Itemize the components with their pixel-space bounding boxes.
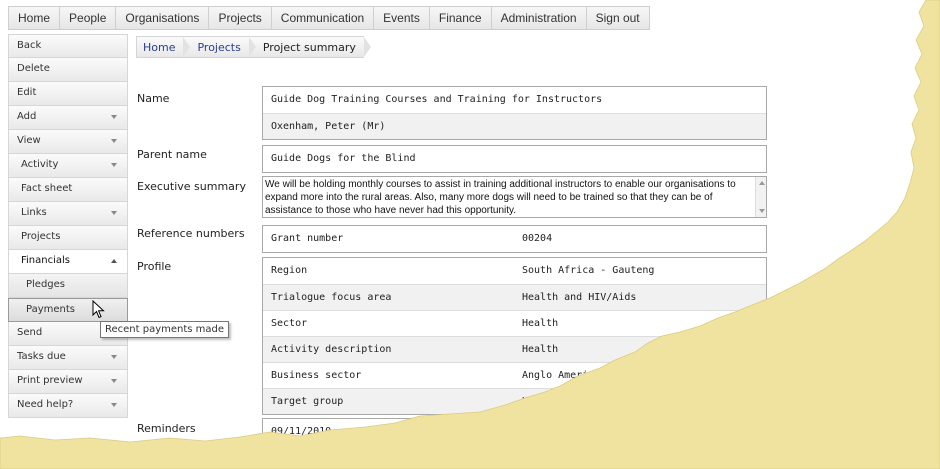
profile-row-activity: Activity description Health	[263, 336, 766, 362]
menu-label: Need help?	[17, 399, 74, 410]
chevron-down-icon	[111, 211, 117, 215]
top-navigation: Home People Organisations Projects Commu…	[8, 6, 650, 30]
breadcrumb-home[interactable]: Home	[136, 36, 192, 58]
profile-key: Target group	[271, 396, 344, 407]
menu-label: Edit	[17, 87, 37, 98]
reference-numbers-box: Grant number 00204	[262, 225, 767, 253]
chevron-down-icon	[111, 139, 117, 143]
parent-name-label: Parent name	[137, 148, 207, 161]
parent-name-value[interactable]: Guide Dogs for the Blind	[263, 146, 766, 172]
reference-numbers-label: Reference numbers	[137, 227, 245, 240]
menu-add[interactable]: Add	[8, 106, 128, 130]
profile-row-target-group: Target group Urban	[263, 388, 766, 414]
chevron-down-icon	[111, 403, 117, 407]
chevron-up-icon	[111, 259, 117, 263]
menu-print-preview[interactable]: Print preview	[8, 370, 128, 394]
chevron-down-icon	[111, 379, 117, 383]
nav-tab-home[interactable]: Home	[8, 6, 61, 30]
chevron-down-icon	[111, 163, 117, 167]
executive-summary-text: We will be holding monthly courses to as…	[265, 179, 736, 216]
nav-tab-organisations[interactable]: Organisations	[116, 6, 210, 30]
reference-key: Grant number	[271, 233, 344, 244]
menu-label: Financials	[21, 255, 70, 266]
breadcrumb-projects[interactable]: Projects	[183, 36, 257, 58]
chevron-down-icon	[111, 355, 117, 359]
breadcrumb-project-summary: Project summary	[248, 36, 371, 58]
name-box: Guide Dog Training Courses and Training …	[262, 86, 767, 140]
nav-tab-sign-out[interactable]: Sign out	[586, 6, 650, 30]
menu-need-help[interactable]: Need help?	[8, 394, 128, 418]
profile-key: Trialogue focus area	[271, 292, 392, 303]
menu-back[interactable]: Back	[8, 34, 128, 58]
menu-delete[interactable]: Delete	[8, 58, 128, 82]
profile-value: Anglo American	[522, 370, 607, 381]
menu-label: Add	[17, 111, 37, 122]
reminder-item[interactable]: 09/11/2010	[263, 419, 766, 445]
menu-label: Activity	[21, 159, 59, 170]
reminders-label: Reminders	[137, 422, 196, 435]
reference-value: 00204	[522, 233, 553, 244]
profile-value: Health	[522, 318, 559, 329]
scroll-up-icon[interactable]	[759, 181, 765, 185]
menu-label: Projects	[21, 231, 61, 242]
menu-financials[interactable]: Financials	[8, 250, 128, 274]
scroll-down-icon[interactable]	[759, 209, 765, 213]
nav-tab-finance[interactable]: Finance	[429, 6, 492, 30]
menu-label: Delete	[17, 63, 50, 74]
profile-value: Health	[522, 344, 559, 355]
profile-row-region: Region South Africa - Gauteng	[263, 258, 766, 284]
menu-label: Tasks due	[17, 351, 66, 362]
menu-view[interactable]: View	[8, 130, 128, 154]
profile-box: Region South Africa - Gauteng Trialogue …	[262, 257, 767, 415]
parent-name-box: Guide Dogs for the Blind	[262, 145, 767, 173]
summary-scrollbar[interactable]	[755, 177, 766, 217]
reminder-item[interactable]: 10/11/2010	[263, 445, 766, 469]
profile-value: Health and HIV/Aids	[522, 292, 637, 303]
profile-value: South Africa - Gauteng	[522, 265, 655, 276]
project-title: Guide Dog Training Courses and Training …	[271, 94, 603, 105]
profile-value: Urban	[522, 396, 553, 407]
profile-row-focus-area: Trialogue focus area Health and HIV/Aids	[263, 284, 766, 310]
mouse-pointer-icon	[92, 300, 105, 319]
menu-label: Fact sheet	[21, 183, 73, 194]
nav-tab-projects[interactable]: Projects	[209, 6, 272, 30]
menu-edit[interactable]: Edit	[8, 82, 128, 106]
executive-summary-box[interactable]: We will be holding monthly courses to as…	[262, 176, 767, 218]
nav-tab-people[interactable]: People	[60, 6, 117, 30]
profile-key: Region	[271, 265, 308, 276]
menu-links[interactable]: Links	[8, 202, 128, 226]
menu-label: Back	[17, 40, 42, 51]
menu-label: Send	[17, 327, 43, 338]
chevron-down-icon	[111, 115, 117, 119]
profile-key: Sector	[271, 318, 308, 329]
profile-row-sector: Sector Health	[263, 310, 766, 336]
reminders-box: 09/11/2010 10/11/2010	[262, 418, 767, 469]
nav-tab-events[interactable]: Events	[374, 6, 430, 30]
menu-fact-sheet[interactable]: Fact sheet	[8, 178, 128, 202]
menu-tasks-due[interactable]: Tasks due	[8, 346, 128, 370]
menu-label: Pledges	[26, 279, 66, 290]
breadcrumb: Home Projects Project summary	[136, 36, 371, 58]
nav-tab-communication[interactable]: Communication	[271, 6, 375, 30]
menu-label: Links	[21, 207, 47, 218]
menu-projects[interactable]: Projects	[8, 226, 128, 250]
profile-row-business-sector: Business sector Anglo American	[263, 362, 766, 388]
menu-label: Payments	[26, 304, 75, 315]
menu-activity[interactable]: Activity	[8, 154, 128, 178]
payments-tooltip: Recent payments made	[100, 321, 230, 338]
side-menu: Back Delete Edit Add View Activity Fact …	[8, 34, 128, 418]
profile-key: Business sector	[271, 370, 362, 381]
menu-label: View	[17, 135, 41, 146]
profile-key: Activity description	[271, 344, 392, 355]
profile-label: Profile	[137, 260, 172, 273]
name-label: Name	[137, 92, 170, 105]
menu-label: Print preview	[17, 375, 83, 386]
contact-person[interactable]: Oxenham, Peter (Mr)	[263, 113, 766, 139]
menu-pledges[interactable]: Pledges	[8, 274, 128, 298]
executive-summary-label: Executive summary	[137, 180, 246, 193]
menu-payments[interactable]: Payments	[8, 298, 128, 322]
reference-row: Grant number 00204	[263, 226, 766, 252]
nav-tab-administration[interactable]: Administration	[491, 6, 587, 30]
